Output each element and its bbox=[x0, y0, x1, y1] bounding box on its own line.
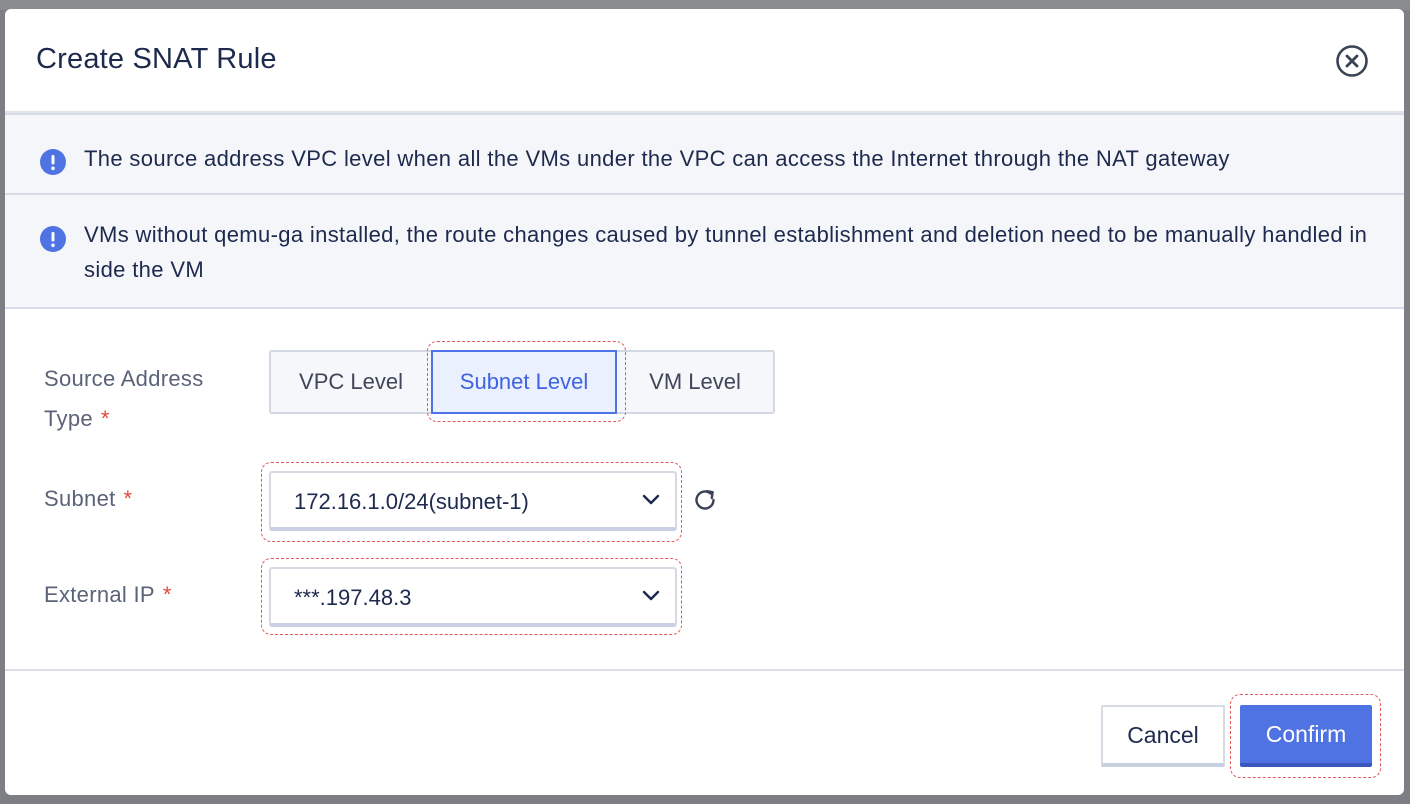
dialog-title: Create SNAT Rule bbox=[36, 43, 277, 75]
external-ip-select[interactable]: ***.197.48.3 bbox=[269, 567, 677, 627]
subnet-label: Subnet * bbox=[44, 479, 132, 519]
notice-qemu-ga: VMs without qemu-ga installed, the route… bbox=[5, 195, 1404, 309]
label-text: Source Address Type bbox=[44, 366, 204, 431]
subnet-select[interactable]: 172.16.1.0/24(subnet-1) bbox=[269, 471, 677, 531]
external-ip-label: External IP * bbox=[44, 575, 172, 615]
required-mark: * bbox=[123, 486, 133, 511]
source-address-type-label: Source Address Type * bbox=[44, 359, 244, 439]
close-icon[interactable] bbox=[1335, 44, 1369, 78]
info-icon bbox=[40, 226, 66, 252]
chevron-down-icon bbox=[641, 589, 661, 603]
label-text: External IP bbox=[44, 582, 155, 607]
subnet-select-value: 172.16.1.0/24(subnet-1) bbox=[294, 489, 529, 514]
external-ip-select-value: ***.197.48.3 bbox=[294, 585, 412, 610]
snat-form: Source Address Type * VPC Level Subnet Le… bbox=[5, 309, 1404, 671]
notice-text: The source address VPC level when all th… bbox=[84, 146, 1230, 171]
info-icon bbox=[40, 149, 66, 175]
label-text: Subnet bbox=[44, 486, 116, 511]
option-vpc-level[interactable]: VPC Level bbox=[271, 352, 431, 412]
option-subnet-level[interactable]: Subnet Level bbox=[431, 350, 617, 414]
cancel-button[interactable]: Cancel bbox=[1101, 705, 1225, 767]
dialog-footer: Cancel Confirm bbox=[5, 669, 1404, 795]
chevron-down-icon bbox=[641, 493, 661, 507]
required-mark: * bbox=[100, 406, 110, 431]
dialog-header: Create SNAT Rule bbox=[5, 9, 1404, 113]
confirm-button[interactable]: Confirm bbox=[1240, 705, 1372, 767]
source-address-type-selector: VPC Level Subnet Level VM Level bbox=[269, 350, 775, 414]
notice-text: VMs without qemu-ga installed, the route… bbox=[84, 222, 1368, 282]
refresh-icon[interactable] bbox=[692, 487, 718, 513]
create-snat-rule-dialog: Create SNAT Rule The source address VPC … bbox=[5, 9, 1404, 795]
option-vm-level[interactable]: VM Level bbox=[617, 352, 773, 412]
notice-vpc-level: The source address VPC level when all th… bbox=[5, 113, 1404, 195]
required-mark: * bbox=[162, 582, 172, 607]
